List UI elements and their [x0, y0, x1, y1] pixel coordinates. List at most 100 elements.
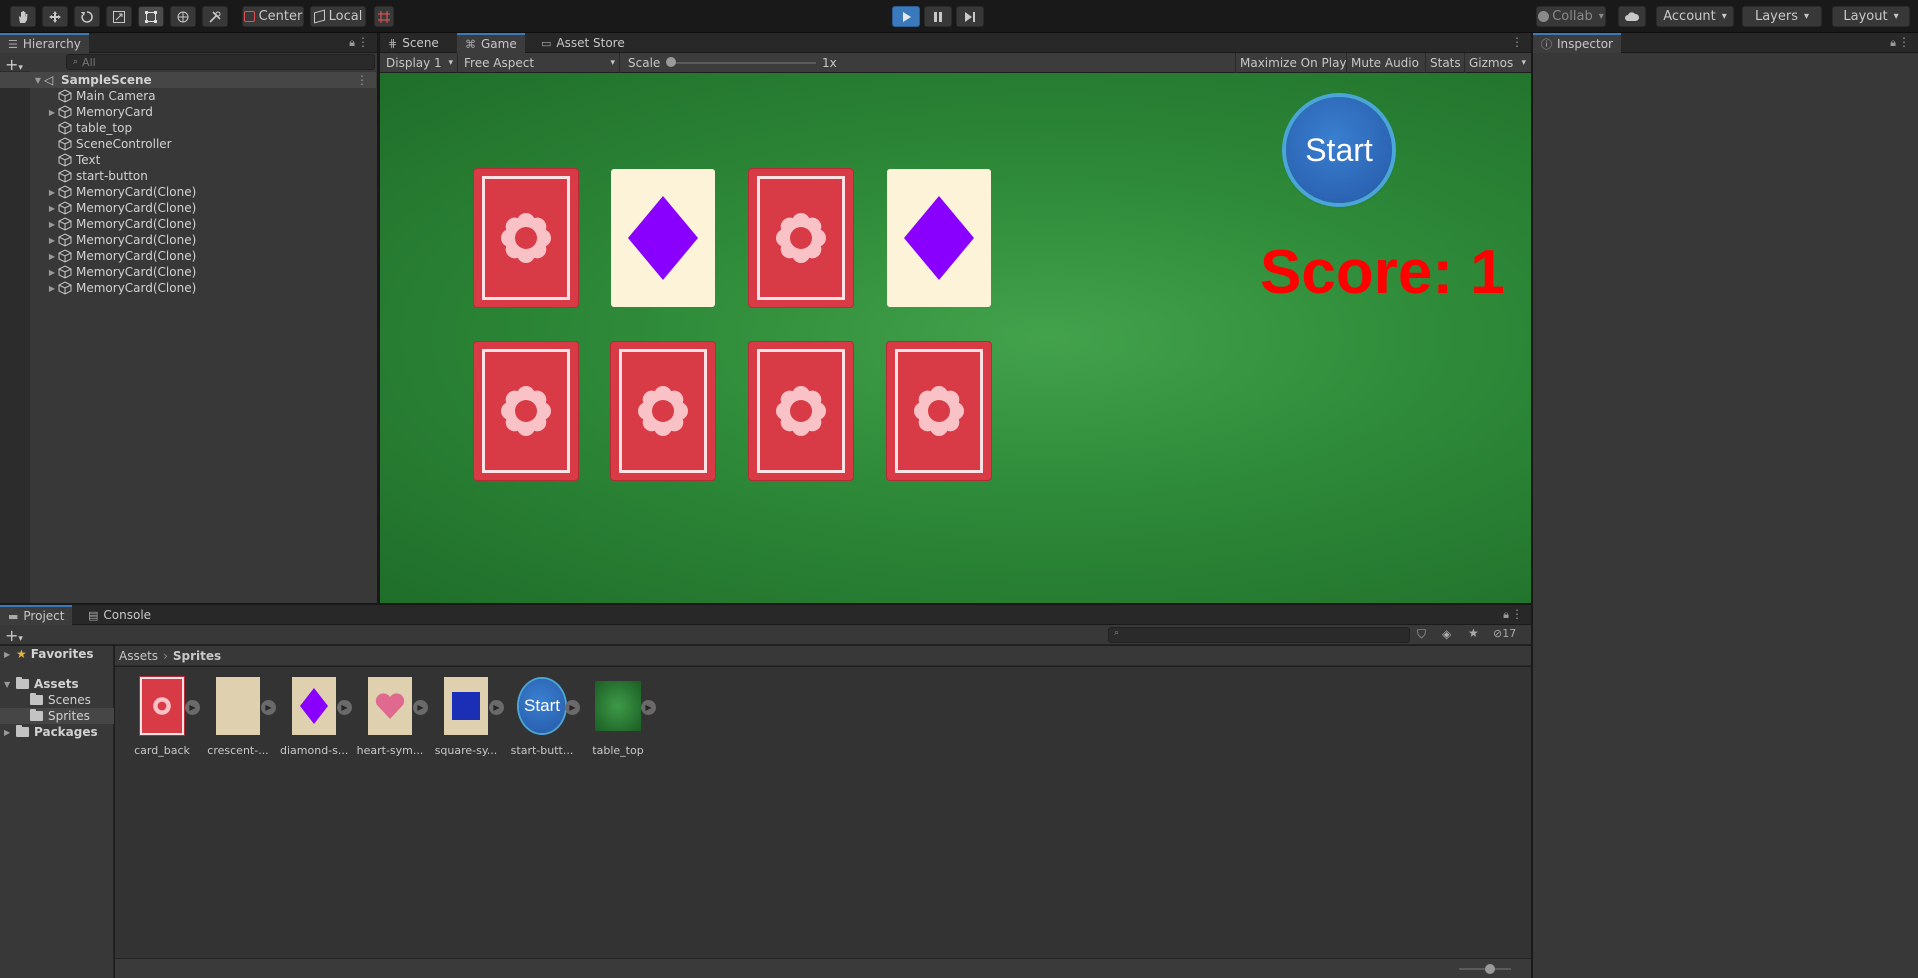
- scene-row[interactable]: ▼ ◁ SampleScene ⋮: [0, 72, 376, 88]
- memory-card-face[interactable]: [611, 169, 715, 307]
- game-view[interactable]: Start Score: 1: [380, 73, 1531, 603]
- tab-scene[interactable]: ⋕ Scene: [380, 33, 447, 53]
- hierarchy-search[interactable]: ⌕: [66, 54, 375, 70]
- stats-toggle[interactable]: Stats: [1425, 53, 1465, 73]
- scale-slider-track[interactable]: [670, 62, 816, 64]
- tab-hierarchy[interactable]: ☰ Hierarchy: [0, 33, 89, 53]
- memory-card-back[interactable]: [887, 342, 991, 480]
- asset-item[interactable]: ▶ square-sy...: [432, 676, 504, 757]
- assets-row[interactable]: ▼ Assets: [4, 676, 79, 692]
- expand-sprite-icon[interactable]: ▶: [337, 700, 352, 715]
- expand-arrow-icon[interactable]: ▶: [46, 204, 58, 213]
- collab-dropdown[interactable]: Collab: [1536, 6, 1606, 27]
- hierarchy-item[interactable]: Main Camera: [0, 88, 376, 104]
- center-more-icon[interactable]: ⋮: [1511, 35, 1523, 49]
- cloud-button[interactable]: [1618, 6, 1646, 27]
- expand-sprite-icon[interactable]: ▶: [413, 700, 428, 715]
- hierarchy-item[interactable]: ▶ MemoryCard(Clone): [0, 248, 376, 264]
- thumbnail-size-thumb[interactable]: [1485, 964, 1495, 974]
- step-button[interactable]: [956, 6, 984, 27]
- maximize-on-play-toggle[interactable]: Maximize On Play: [1235, 53, 1351, 73]
- scene-menu-icon[interactable]: ⋮: [356, 73, 368, 87]
- tab-asset-store[interactable]: ▭ Asset Store: [533, 33, 633, 53]
- inspector-more-icon[interactable]: ⋮: [1898, 35, 1910, 49]
- filter-type-icon[interactable]: ⛉: [1417, 627, 1426, 642]
- hierarchy-item[interactable]: ▶ MemoryCard(Clone): [0, 200, 376, 216]
- expand-sprite-icon[interactable]: ▶: [185, 700, 200, 715]
- hierarchy-item[interactable]: Text: [0, 152, 376, 168]
- project-search-input[interactable]: ⌕: [1108, 627, 1410, 643]
- start-button[interactable]: Start: [1286, 97, 1392, 203]
- breadcrumb-sprites[interactable]: Sprites: [173, 649, 221, 663]
- scale-tool-icon[interactable]: [106, 6, 132, 27]
- expand-arrow-icon[interactable]: ▶: [46, 236, 58, 245]
- sprites-folder-row[interactable]: Sprites: [0, 708, 114, 724]
- hierarchy-item[interactable]: ▶ MemoryCard(Clone): [0, 232, 376, 248]
- more-menu-icon[interactable]: ⋮: [357, 35, 369, 49]
- expand-arrow-icon[interactable]: ▶: [46, 252, 58, 261]
- asset-thumbnail[interactable]: Start: [519, 676, 565, 736]
- grid-snap-icon[interactable]: [374, 6, 394, 27]
- pivot-local-button[interactable]: Local: [310, 6, 366, 27]
- asset-thumbnail[interactable]: [291, 676, 337, 736]
- expand-sprite-icon[interactable]: ▶: [641, 700, 656, 715]
- scale-slider-thumb[interactable]: [666, 57, 676, 67]
- hand-tool-icon[interactable]: [10, 6, 36, 27]
- hierarchy-item[interactable]: start-button: [0, 168, 376, 184]
- expand-sprite-icon[interactable]: ▶: [565, 700, 580, 715]
- expand-arrow-icon[interactable]: ▼: [32, 76, 44, 85]
- expand-arrow-icon[interactable]: ▶: [4, 728, 16, 737]
- expand-arrow-icon[interactable]: ▶: [46, 284, 58, 293]
- expand-arrow-icon[interactable]: ▶: [4, 650, 16, 659]
- asset-item[interactable]: ▶ crescent-...: [204, 676, 276, 757]
- expand-arrow-icon[interactable]: ▼: [4, 680, 16, 689]
- pause-button[interactable]: [924, 6, 952, 27]
- expand-arrow-icon[interactable]: ▶: [46, 108, 58, 117]
- custom-tool-icon[interactable]: [202, 6, 228, 27]
- hierarchy-item[interactable]: ▶ MemoryCard(Clone): [0, 216, 376, 232]
- asset-item[interactable]: ▶ heart-sym...: [356, 676, 428, 757]
- asset-thumbnail[interactable]: [367, 676, 413, 736]
- project-more-icon[interactable]: ⋮: [1511, 607, 1523, 621]
- asset-item[interactable]: ▶ diamond-s...: [280, 676, 352, 757]
- filter-label-icon[interactable]: ◈: [1442, 627, 1451, 641]
- asset-item[interactable]: Start ▶ start-butt...: [508, 676, 580, 757]
- move-tool-icon[interactable]: [42, 6, 68, 27]
- asset-item[interactable]: ▶ table_top: [584, 676, 656, 757]
- memory-card-back[interactable]: [474, 169, 578, 307]
- mute-audio-toggle[interactable]: Mute Audio: [1346, 53, 1423, 73]
- aspect-dropdown[interactable]: Free Aspect ▾: [460, 53, 620, 73]
- asset-thumbnail[interactable]: [595, 676, 641, 736]
- asset-item[interactable]: ▶ card_back: [128, 676, 200, 757]
- expand-arrow-icon[interactable]: ▶: [46, 220, 58, 229]
- play-button[interactable]: [892, 6, 920, 27]
- tab-console[interactable]: ▤ Console: [80, 605, 159, 625]
- hierarchy-item[interactable]: ▶ MemoryCard: [0, 104, 376, 120]
- tab-inspector[interactable]: ⓘ Inspector: [1533, 33, 1621, 53]
- layers-dropdown[interactable]: Layers: [1742, 6, 1822, 27]
- asset-thumbnail[interactable]: [215, 676, 261, 736]
- hierarchy-search-input[interactable]: [82, 55, 353, 69]
- favorites-row[interactable]: ▶ ★ Favorites: [4, 646, 93, 662]
- asset-thumbnail[interactable]: [443, 676, 489, 736]
- lock-icon[interactable]: 🔒︎: [349, 36, 355, 50]
- expand-arrow-icon[interactable]: ▶: [46, 188, 58, 197]
- memory-card-back[interactable]: [474, 342, 578, 480]
- hierarchy-item[interactable]: table_top: [0, 120, 376, 136]
- scenes-folder-row[interactable]: Scenes: [30, 692, 91, 708]
- project-lock-icon[interactable]: 🔒︎: [1503, 608, 1509, 622]
- hierarchy-item[interactable]: SceneController: [0, 136, 376, 152]
- hierarchy-item[interactable]: ▶ MemoryCard(Clone): [0, 184, 376, 200]
- hierarchy-item[interactable]: ▶ MemoryCard(Clone): [0, 264, 376, 280]
- rect-tool-icon[interactable]: [138, 6, 164, 27]
- packages-row[interactable]: ▶ Packages: [4, 724, 98, 740]
- display-dropdown[interactable]: Display 1 ▾: [382, 53, 458, 73]
- memory-card-face[interactable]: [887, 169, 991, 307]
- hidden-count[interactable]: ⊘17: [1493, 627, 1516, 640]
- expand-arrow-icon[interactable]: ▶: [46, 268, 58, 277]
- favorite-star-icon[interactable]: ★: [1468, 626, 1479, 640]
- expand-sprite-icon[interactable]: ▶: [261, 700, 276, 715]
- layout-dropdown[interactable]: Layout: [1832, 6, 1910, 27]
- expand-sprite-icon[interactable]: ▶: [489, 700, 504, 715]
- memory-card-back[interactable]: [611, 342, 715, 480]
